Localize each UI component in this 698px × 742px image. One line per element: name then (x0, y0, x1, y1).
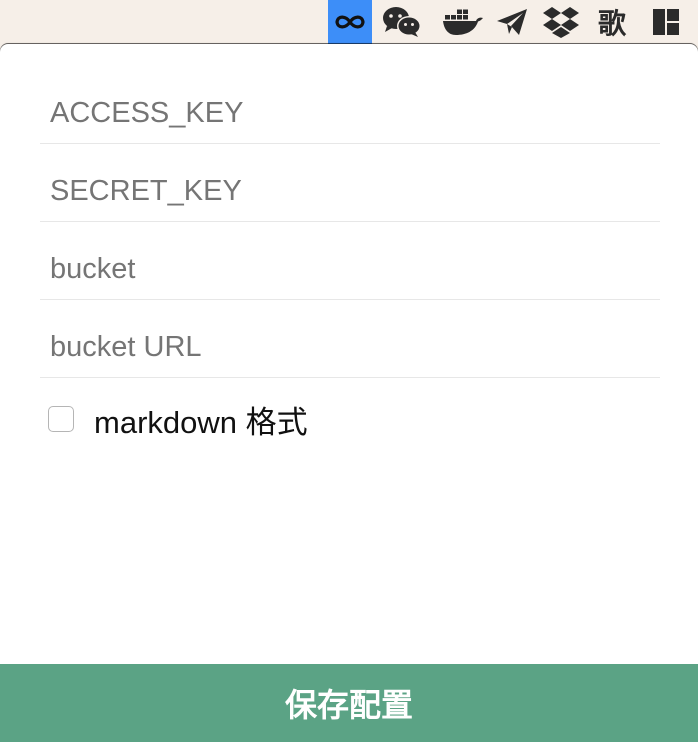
bucket-field (40, 222, 660, 300)
tray-item-paper-plane[interactable] (492, 0, 532, 44)
access-key-input[interactable] (50, 93, 650, 133)
tray-item-docker[interactable] (440, 0, 486, 44)
infinity-icon (335, 15, 365, 29)
menu-bar: 歌 (0, 0, 698, 44)
markdown-checkbox-label: markdown 格式 (94, 404, 308, 440)
song-icon: 歌 (597, 7, 626, 40)
settings-popover: markdown 格式 保存配置 (0, 44, 698, 742)
bucket-input[interactable] (50, 249, 650, 289)
markdown-option[interactable]: markdown 格式 (48, 399, 308, 440)
layout-grid-icon (653, 9, 679, 35)
wechat-icon (383, 7, 421, 37)
tray-item-infinity[interactable] (328, 0, 372, 44)
secret-key-input[interactable] (50, 171, 650, 211)
dropbox-icon (543, 7, 579, 38)
paper-plane-icon (497, 9, 527, 35)
tray-item-layout[interactable] (646, 0, 686, 44)
bucket-url-field (40, 300, 660, 378)
tray-item-song[interactable]: 歌 (590, 0, 634, 44)
markdown-checkbox[interactable] (48, 406, 74, 432)
bucket-url-input[interactable] (50, 327, 650, 367)
secret-key-field (40, 144, 660, 222)
docker-icon (443, 9, 483, 35)
access-key-field (40, 66, 660, 144)
tray-item-dropbox[interactable] (540, 0, 582, 44)
save-config-button[interactable]: 保存配置 (0, 664, 698, 742)
tray-item-wechat[interactable] (378, 0, 426, 44)
